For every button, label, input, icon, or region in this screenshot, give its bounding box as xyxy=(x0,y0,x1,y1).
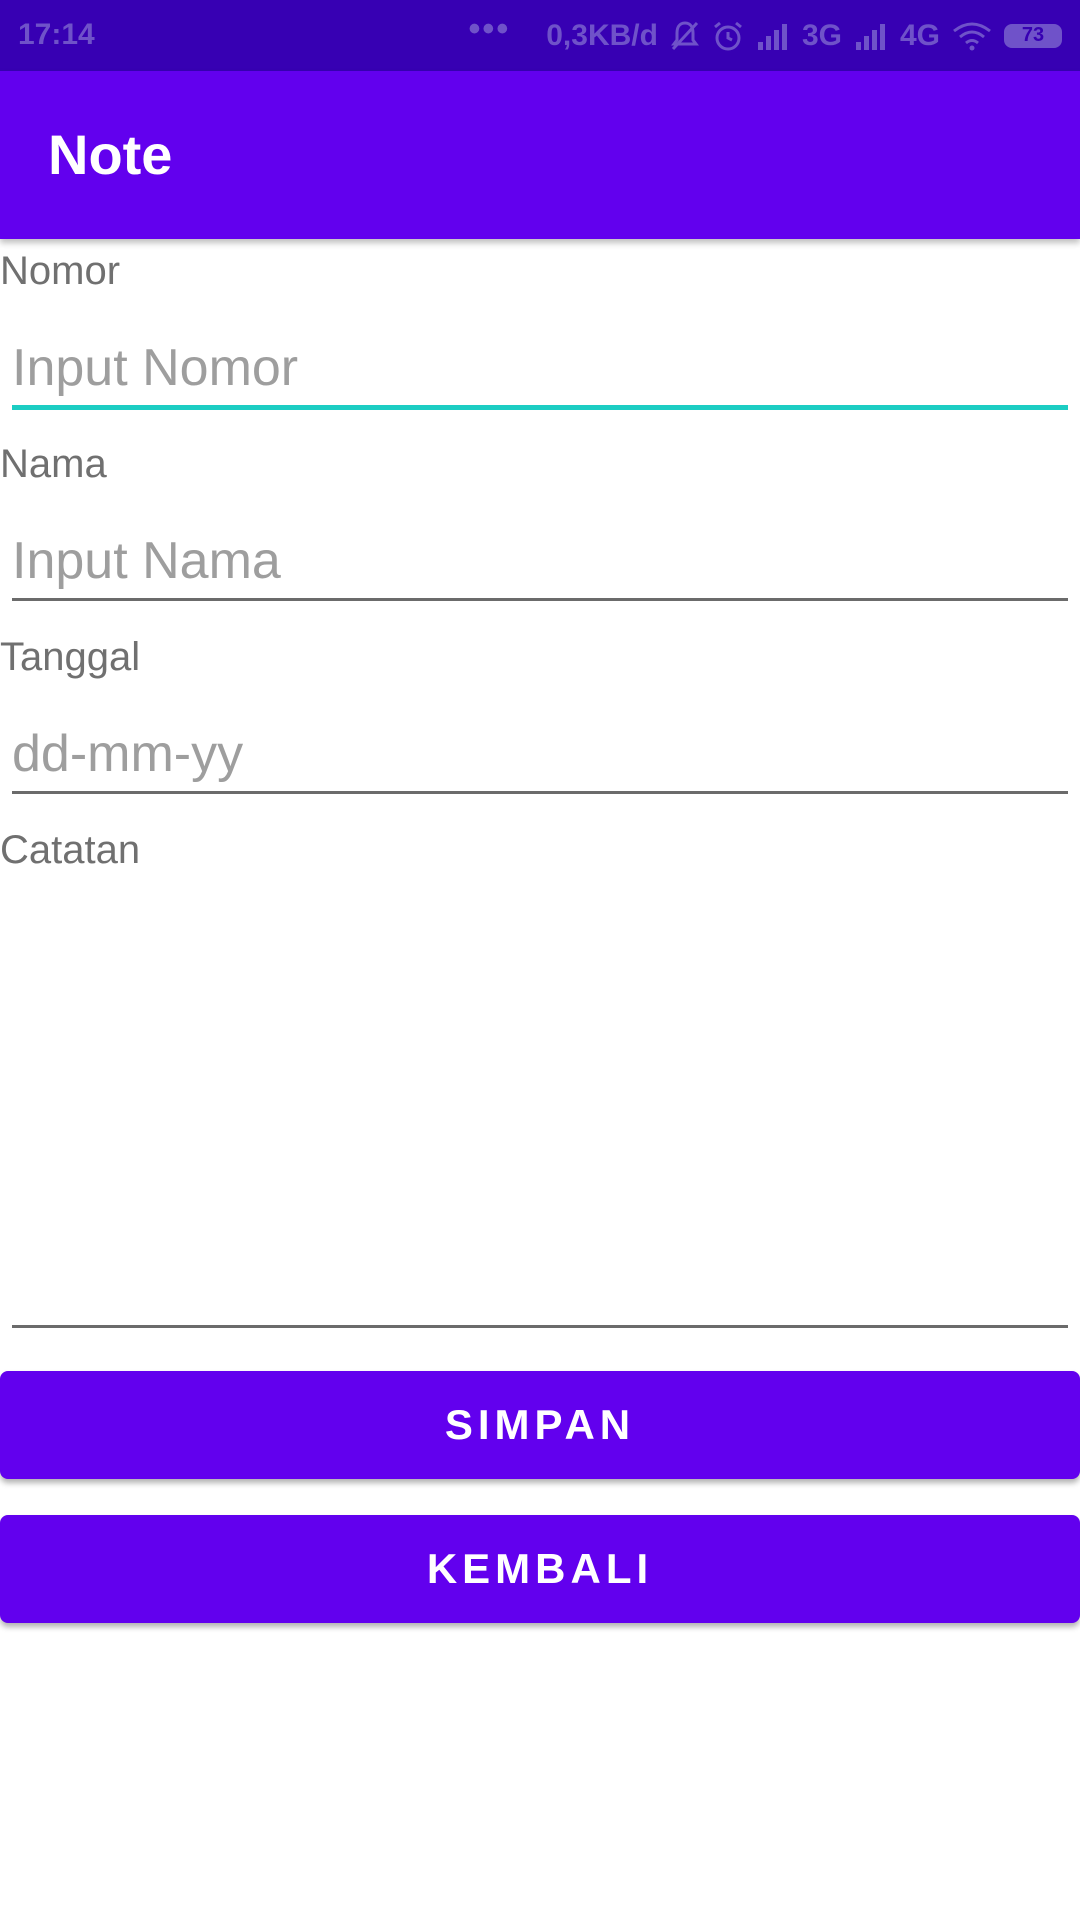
wifi-icon xyxy=(952,21,992,51)
status-time: 17:14 xyxy=(18,18,95,51)
mute-bell-icon xyxy=(670,20,700,52)
network-type-2: 4G xyxy=(899,18,940,52)
catatan-textarea[interactable] xyxy=(12,890,1068,1320)
status-icons: ••• 0,3KB/d 3G 4G 73 xyxy=(469,10,1062,55)
nomor-input[interactable] xyxy=(12,335,1068,401)
status-bar: 17:14 ••• 0,3KB/d 3G 4G 73 xyxy=(0,0,1080,71)
tanggal-underline xyxy=(12,791,1068,794)
app-bar: Note xyxy=(0,71,1080,239)
nomor-label: Nomor xyxy=(0,249,121,293)
signal-icon xyxy=(756,22,790,50)
alarm-icon xyxy=(712,20,744,52)
network-type-1: 3G xyxy=(801,18,842,52)
simpan-button[interactable]: SIMPAN xyxy=(0,1371,1080,1479)
battery-icon: 73 xyxy=(1004,23,1062,48)
nama-label: Nama xyxy=(0,442,107,486)
nama-input[interactable] xyxy=(12,528,1068,594)
signal-icon xyxy=(854,22,888,50)
nomor-underline xyxy=(12,405,1068,410)
more-notifications-icon: ••• xyxy=(468,10,511,48)
tanggal-input[interactable] xyxy=(12,721,1068,787)
nama-underline xyxy=(12,598,1068,601)
tanggal-label: Tanggal xyxy=(0,635,141,679)
catatan-underline xyxy=(12,1325,1068,1328)
kembali-button[interactable]: KEMBALI xyxy=(0,1515,1080,1623)
page-title: Note xyxy=(48,123,173,186)
network-speed: 0,3KB/d xyxy=(546,18,658,52)
catatan-label: Catatan xyxy=(0,828,141,872)
